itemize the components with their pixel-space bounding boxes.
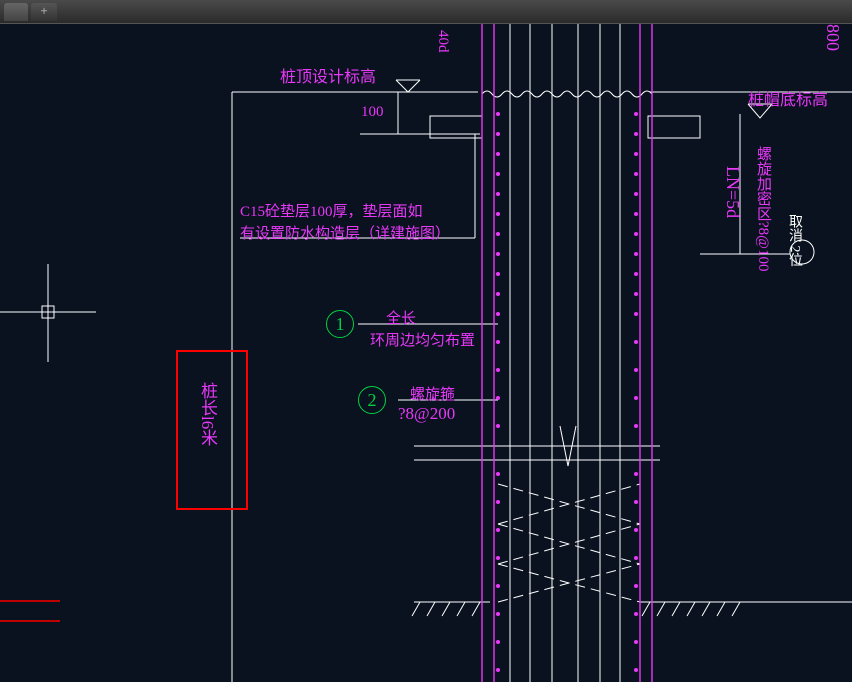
callout-marker-1: 1 <box>326 310 354 338</box>
drawing-canvas[interactable]: 桩顶设计标高 桩帽底标高 100 40d 800 LN=5d 螺旋加密区?8@1… <box>0 24 852 682</box>
tab-current[interactable] <box>4 3 28 21</box>
dim-100: 100 <box>361 104 384 121</box>
red-line <box>0 620 60 622</box>
label-c15-line1: C15砼垫层100厚，垫层面如 <box>240 200 423 221</box>
label-spiral-spec: ?8@200 <box>398 404 455 424</box>
tab-bar: + <box>0 0 852 24</box>
red-line <box>0 600 60 602</box>
callout-marker-2: 2 <box>358 386 386 414</box>
tab-new-button[interactable]: + <box>31 3 57 21</box>
label-full-length: 全长 <box>386 307 416 328</box>
cad-linework <box>0 24 852 682</box>
label-note2: 取消 2位 <box>784 214 804 267</box>
label-dense-stirrup: 螺旋加密区?8@100 <box>753 146 774 271</box>
label-ln5d: LN=5d <box>722 166 743 218</box>
label-spiral-stirrup: 螺旋箍 <box>410 383 455 404</box>
label-around-even: 环周边均匀布置 <box>370 329 475 350</box>
label-pile-cap-bottom-elev: 桩帽底标高 <box>748 86 828 110</box>
label-pile-top-elev: 桩顶设计标高 <box>280 63 376 87</box>
label-pile-length: 桩长l6米 <box>195 382 220 446</box>
dim-40d: 40d <box>434 30 451 53</box>
dim-800: 800 <box>822 24 843 51</box>
label-c15-line2: 有设置防水构造层（详建施图） <box>240 222 450 243</box>
